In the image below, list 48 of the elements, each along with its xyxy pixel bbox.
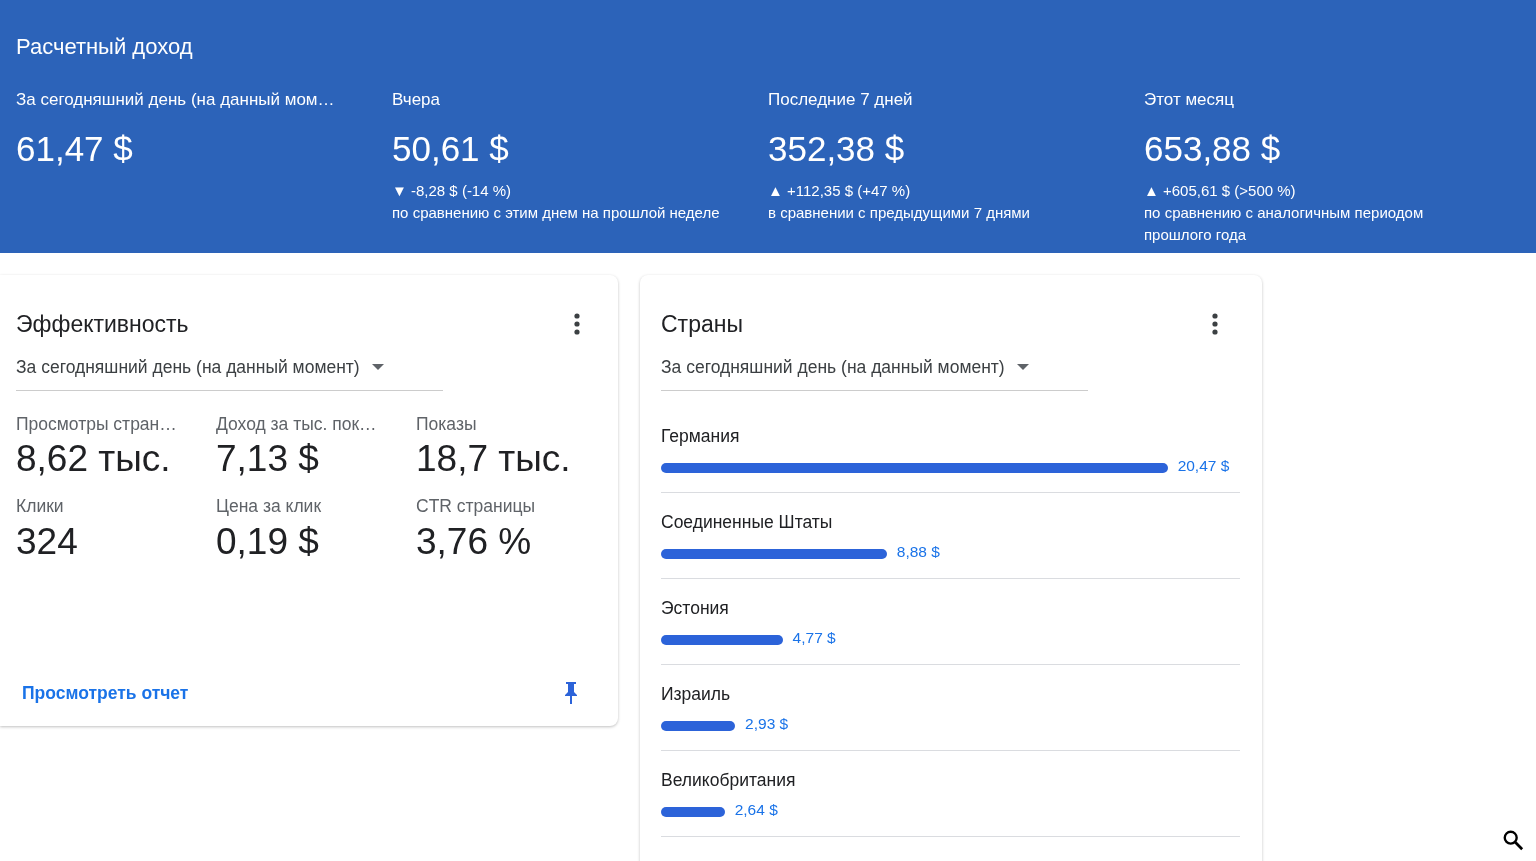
period-label: Последние 7 дней bbox=[768, 89, 914, 111]
country-name: Израиль bbox=[661, 682, 732, 706]
country-name: Соединенные Штаты bbox=[661, 510, 834, 534]
metric-label: Цена за клик bbox=[216, 495, 323, 519]
card-title: Страны bbox=[661, 310, 743, 339]
comparison-text: по сравнению с аналогичным периодом прошлого года bbox=[1144, 202, 1425, 245]
metric-value: 18,7 тыс. bbox=[416, 437, 572, 481]
country-revenue: 2,93 $ bbox=[745, 716, 789, 732]
change-text: ▼ -8,28 $ (-14 %) bbox=[392, 180, 513, 201]
metric-value: 0,19 $ bbox=[216, 519, 320, 564]
country-revenue: 2,64 $ bbox=[734, 802, 778, 818]
country-name: Германия bbox=[661, 424, 741, 448]
caret-icon bbox=[371, 363, 384, 370]
card-title: Эффективность bbox=[16, 310, 189, 339]
period-label: Этот месяц bbox=[1144, 89, 1235, 111]
country-revenue: 8,88 $ bbox=[896, 544, 940, 560]
period-dropdown[interactable]: За сегодняшний день (на данный момент) bbox=[661, 353, 1088, 391]
country-revenue: 20,47 $ bbox=[1177, 458, 1230, 474]
earnings-value: 61,47 $ bbox=[16, 130, 134, 166]
more-menu-icon[interactable] bbox=[574, 313, 580, 336]
country-name: Эстония bbox=[661, 596, 730, 620]
metric-value: 3,76 % bbox=[416, 519, 533, 564]
metric-label: Доход за тыс. пок… bbox=[216, 412, 378, 436]
pin-icon[interactable] bbox=[562, 679, 580, 706]
earnings-value: 352,38 $ bbox=[768, 130, 906, 166]
panel-title: Расчетный доход bbox=[16, 33, 194, 61]
metric-label: Показы bbox=[416, 412, 478, 436]
metric-label: Просмотры стран… bbox=[16, 412, 178, 436]
country-name: Великобритания bbox=[661, 768, 797, 792]
more-menu-icon[interactable] bbox=[1212, 313, 1218, 336]
metric-label: Клики bbox=[16, 495, 65, 519]
period-label: За сегодняшний день (на данный мом… bbox=[16, 89, 336, 111]
view-report-link[interactable]: Просмотреть отчет bbox=[22, 679, 189, 706]
country-revenue: 4,77 $ bbox=[792, 630, 836, 646]
change-text: ▲ +605,61 $ (>500 %) bbox=[1144, 180, 1297, 201]
comparison-text: в сравнении с предыдущими 7 днями bbox=[768, 202, 1031, 223]
change-text: ▲ +112,35 $ (+47 %) bbox=[768, 180, 912, 201]
metric-value: 8,62 тыс. bbox=[16, 437, 172, 481]
search-icon[interactable] bbox=[1502, 829, 1524, 851]
earnings-value: 653,88 $ bbox=[1144, 130, 1282, 166]
period-label: Вчера bbox=[392, 89, 441, 111]
metric-value: 7,13 $ bbox=[216, 437, 320, 481]
caret-icon bbox=[1016, 363, 1029, 370]
metric-value: 324 bbox=[16, 519, 79, 564]
earnings-value: 50,61 $ bbox=[392, 130, 510, 166]
comparison-text: по сравнению с этим днем на прошлой неделе bbox=[392, 202, 721, 223]
period-dropdown[interactable]: За сегодняшний день (на данный момент) bbox=[16, 353, 443, 391]
metric-label: CTR страницы bbox=[416, 495, 537, 519]
